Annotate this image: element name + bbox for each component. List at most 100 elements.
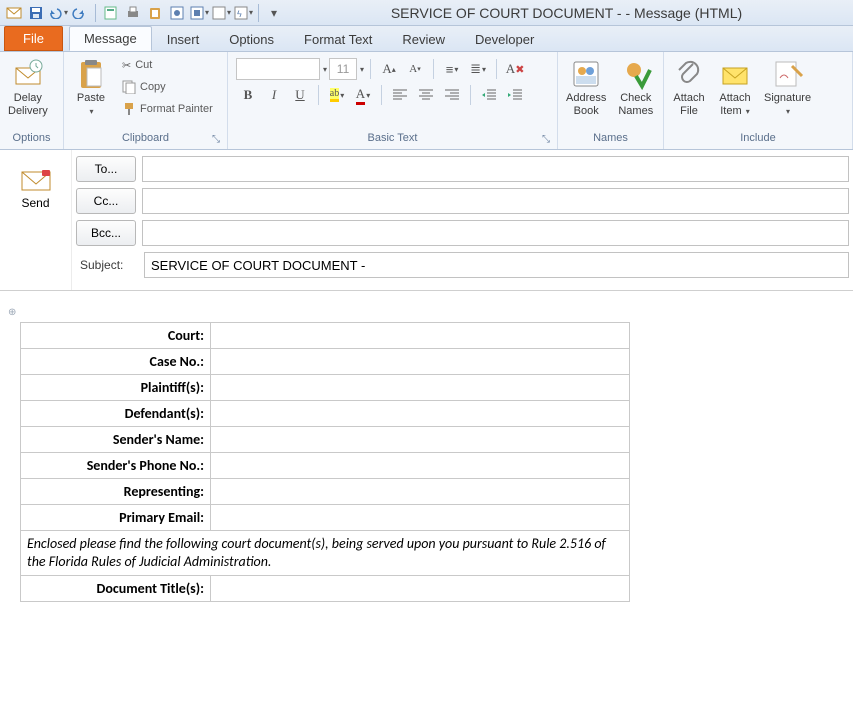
- tab-insert[interactable]: Insert: [152, 27, 215, 51]
- bold-button[interactable]: B: [236, 84, 260, 106]
- font-name-input[interactable]: [236, 58, 320, 80]
- paste-label: Paste: [77, 92, 105, 104]
- plaintiffs-label: Plaintiff(s):: [21, 375, 211, 401]
- signature-icon: [772, 58, 804, 90]
- cc-button[interactable]: Cc...: [76, 188, 136, 214]
- underline-button[interactable]: U: [288, 84, 312, 106]
- copy-icon: [122, 80, 136, 94]
- send-icon: [20, 168, 52, 192]
- qat-icon-1[interactable]: [101, 3, 121, 23]
- paste-icon: [75, 58, 107, 90]
- format-painter-button[interactable]: Format Painter: [118, 98, 217, 120]
- italic-button[interactable]: I: [262, 84, 286, 106]
- delay-delivery-button[interactable]: DelayDelivery: [2, 54, 54, 120]
- court-label: Court:: [21, 323, 211, 349]
- group-label-clipboard: Clipboard: [122, 132, 169, 144]
- message-body[interactable]: ⊕ Court: Case No.: Plaintiff(s): Defenda…: [0, 291, 853, 618]
- table-row: Sender's Phone No.:: [21, 453, 630, 479]
- paste-small-icon[interactable]: [145, 3, 165, 23]
- align-left-button[interactable]: [388, 84, 412, 106]
- align-right-button[interactable]: [440, 84, 464, 106]
- grow-font-button[interactable]: A▴: [377, 58, 401, 80]
- sender-name-value[interactable]: [211, 427, 630, 453]
- tab-message[interactable]: Message: [69, 26, 152, 51]
- quick-access-toolbar: ▾ ▾ ▾ ϟ▾ ▾: [4, 3, 284, 23]
- dialog-launcher-icon[interactable]: ⤡: [209, 132, 223, 146]
- increase-indent-button[interactable]: [503, 84, 527, 106]
- font-color-button[interactable]: A▾: [351, 84, 375, 106]
- to-button[interactable]: To...: [76, 156, 136, 182]
- tab-options[interactable]: Options: [214, 27, 289, 51]
- app-icon[interactable]: [4, 3, 24, 23]
- to-field[interactable]: [142, 156, 849, 182]
- compose-header: Send To... Cc... Bcc... Subject:: [0, 150, 853, 291]
- subject-field[interactable]: [144, 252, 849, 278]
- tab-developer[interactable]: Developer: [460, 27, 549, 51]
- delay-label-2: Delivery: [8, 105, 48, 117]
- representing-value[interactable]: [211, 479, 630, 505]
- chevron-down-icon[interactable]: ▾: [323, 65, 327, 74]
- undo-icon[interactable]: ▾: [48, 3, 68, 23]
- cc-field[interactable]: [142, 188, 849, 214]
- paste-button[interactable]: Paste▾: [66, 54, 116, 120]
- scissors-icon: ✂: [122, 59, 131, 72]
- font-size-input[interactable]: [329, 58, 357, 80]
- paperclip-icon: [673, 58, 705, 90]
- send-button[interactable]: Send: [14, 162, 58, 216]
- cut-button[interactable]: ✂Cut: [118, 54, 217, 76]
- tab-file[interactable]: File: [4, 26, 63, 51]
- redo-icon[interactable]: [70, 3, 90, 23]
- save-icon[interactable]: [26, 3, 46, 23]
- tab-review[interactable]: Review: [387, 27, 460, 51]
- copy-button[interactable]: Copy: [118, 76, 217, 98]
- service-paragraph[interactable]: Enclosed please find the following court…: [21, 531, 630, 576]
- table-row: Defendant(s):: [21, 401, 630, 427]
- chevron-down-icon[interactable]: ▾: [360, 65, 364, 74]
- qat-icon-3[interactable]: ▾: [189, 3, 209, 23]
- qat-icon-5[interactable]: ϟ▾: [233, 3, 253, 23]
- table-row: Enclosed please find the following court…: [21, 531, 630, 576]
- bcc-field[interactable]: [142, 220, 849, 246]
- shrink-font-button[interactable]: A▾: [403, 58, 427, 80]
- attach-file-button[interactable]: AttachFile: [666, 54, 712, 120]
- clear-formatting-button[interactable]: A✖: [503, 58, 527, 80]
- attach-item-button[interactable]: AttachItem ▾: [712, 54, 758, 120]
- doc-titles-value[interactable]: [211, 576, 630, 602]
- court-value[interactable]: [211, 323, 630, 349]
- highlight-button[interactable]: ab▾: [325, 84, 349, 106]
- numbering-button[interactable]: ≣▾: [466, 58, 490, 80]
- table-anchor-icon: ⊕: [8, 307, 845, 318]
- table-row: Document Title(s):: [21, 576, 630, 602]
- address-book-button[interactable]: AddressBook: [560, 54, 612, 120]
- bcc-button[interactable]: Bcc...: [76, 220, 136, 246]
- qat-icon-4[interactable]: ▾: [211, 3, 231, 23]
- table-row: Primary Email:: [21, 505, 630, 531]
- print-icon[interactable]: [123, 3, 143, 23]
- qat-icon-2[interactable]: [167, 3, 187, 23]
- window-title: SERVICE OF COURT DOCUMENT - - Message (H…: [284, 5, 849, 21]
- check-names-icon: [620, 58, 652, 90]
- tab-format-text[interactable]: Format Text: [289, 27, 387, 51]
- align-center-button[interactable]: [414, 84, 438, 106]
- dialog-launcher-icon[interactable]: ⤡: [539, 132, 553, 146]
- primary-email-value[interactable]: [211, 505, 630, 531]
- check-names-button[interactable]: CheckNames: [612, 54, 659, 120]
- subject-label: Subject:: [76, 258, 138, 272]
- send-label: Send: [21, 196, 49, 210]
- plaintiffs-value[interactable]: [211, 375, 630, 401]
- primary-email-label: Primary Email:: [21, 505, 211, 531]
- group-label-include: Include: [666, 129, 850, 147]
- bullets-button[interactable]: ≡▾: [440, 58, 464, 80]
- attach-item-icon: [719, 58, 751, 90]
- group-label-options: Options: [2, 129, 61, 147]
- qat-customize-icon[interactable]: ▾: [264, 3, 284, 23]
- decrease-indent-button[interactable]: [477, 84, 501, 106]
- representing-label: Representing:: [21, 479, 211, 505]
- caseno-value[interactable]: [211, 349, 630, 375]
- signature-button[interactable]: Signature▾: [758, 54, 817, 120]
- brush-icon: [122, 102, 136, 116]
- defendants-value[interactable]: [211, 401, 630, 427]
- defendants-label: Defendant(s):: [21, 401, 211, 427]
- sender-phone-value[interactable]: [211, 453, 630, 479]
- title-bar: ▾ ▾ ▾ ϟ▾ ▾ SERVICE OF COURT DOCUMENT - -…: [0, 0, 853, 26]
